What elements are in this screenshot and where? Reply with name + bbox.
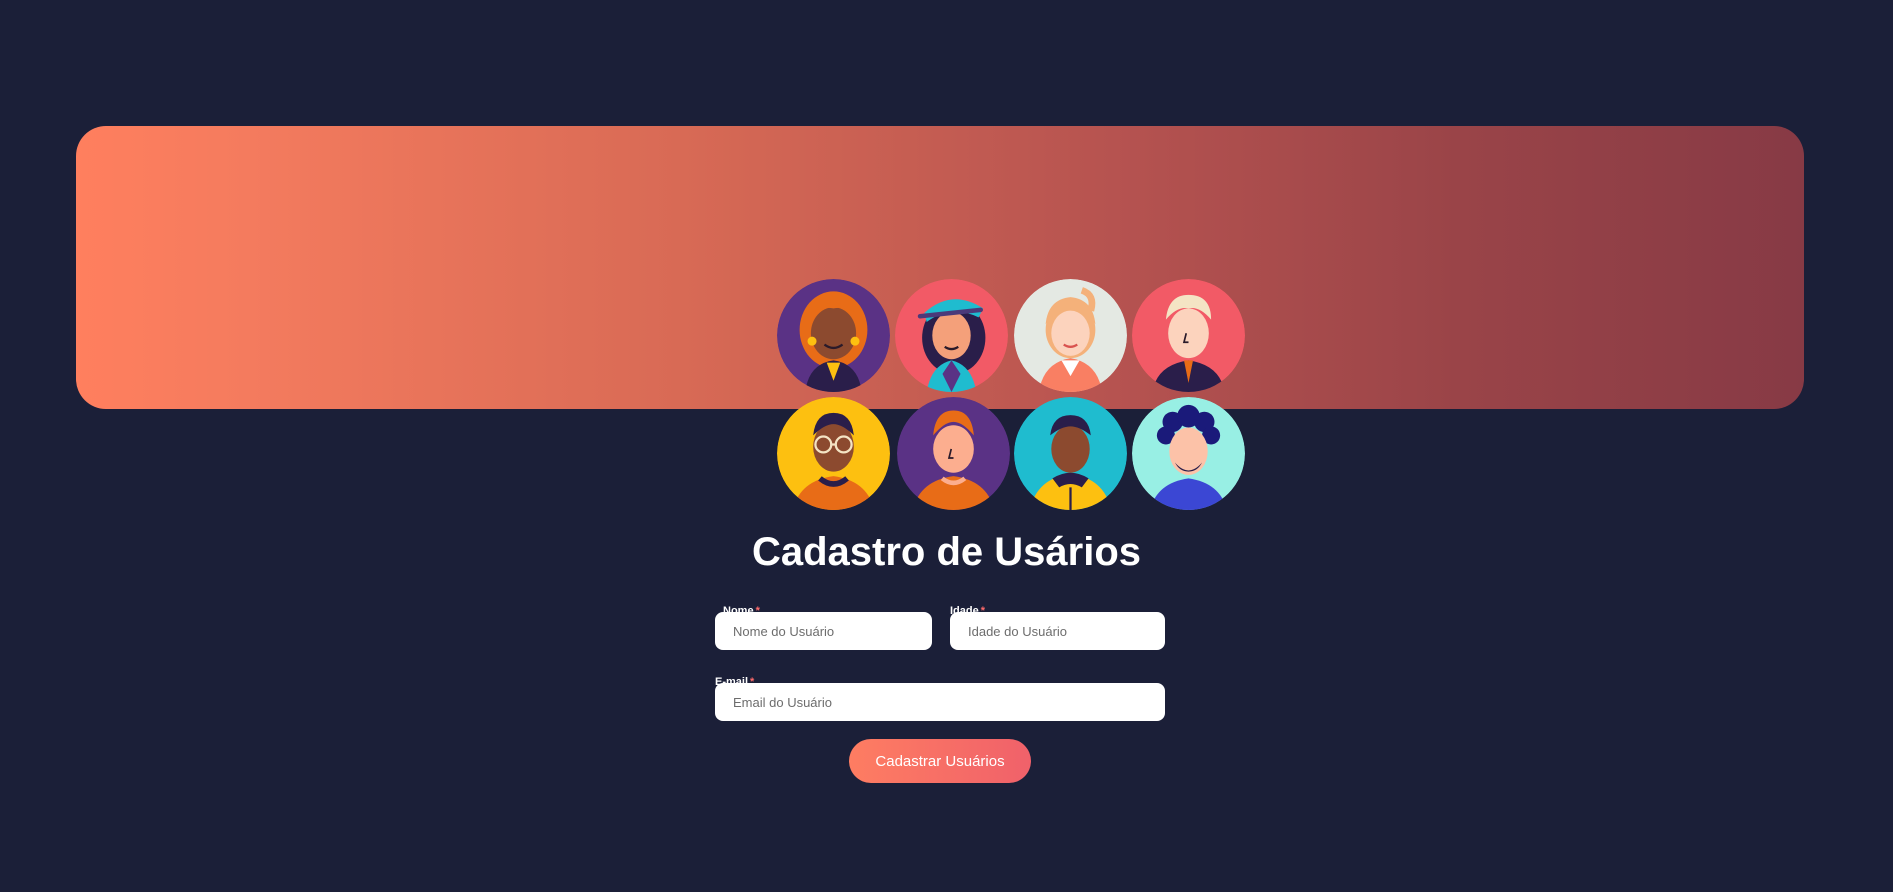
- avatar-woman-teal-cap: [895, 279, 1008, 392]
- age-input[interactable]: [950, 612, 1165, 650]
- avatar-man-curly-beard: [1132, 397, 1245, 510]
- avatar-man-redhead: [897, 397, 1010, 510]
- avatar-man-glasses: [777, 397, 890, 510]
- avatar-man-yellow-jacket: [1014, 397, 1127, 510]
- hero-banner: [76, 126, 1804, 510]
- register-users-button[interactable]: Cadastrar Usuários: [849, 739, 1031, 783]
- avatar-grid: [777, 279, 1247, 513]
- page-title: Cadastro de Usários: [751, 530, 1142, 574]
- avatar-woman-blonde-ponytail: [1014, 279, 1127, 392]
- name-input[interactable]: [715, 612, 932, 650]
- avatar-woman-orange-curly-hair: [777, 279, 890, 392]
- avatar-man-blonde-hair: [1132, 279, 1245, 392]
- email-input[interactable]: [715, 683, 1165, 721]
